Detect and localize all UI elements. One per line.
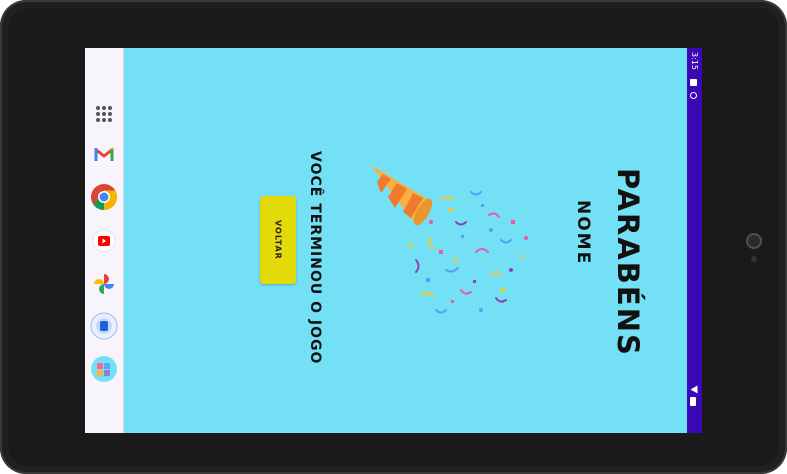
congrats-title: PARABÉNS	[611, 168, 645, 357]
notification-icons	[690, 79, 699, 105]
sync-icon	[690, 92, 697, 99]
photos-icon[interactable]	[90, 270, 118, 298]
game-finished-message: VOCÊ TERMINOU O JOGO	[307, 151, 323, 365]
sensor-icon	[751, 256, 757, 262]
all-apps-icon[interactable]	[90, 100, 118, 128]
notification-icon	[690, 79, 697, 86]
back-button-label: VOLTAR	[273, 220, 283, 260]
status-time: 3:15	[690, 52, 699, 70]
device-screen: PARABÉNS NOME VOCÊ TERMINOU O JOGO VOLTA…	[85, 48, 702, 433]
taskbar	[85, 48, 124, 433]
gmail-icon[interactable]	[90, 140, 118, 168]
camera-icon	[746, 233, 762, 249]
wifi-icon	[690, 385, 698, 394]
party-popper-icon	[371, 165, 528, 314]
chrome-icon[interactable]	[90, 183, 118, 211]
back-button[interactable]: VOLTAR	[260, 196, 296, 284]
youtube-icon[interactable]	[90, 227, 118, 255]
battery-icon	[690, 397, 696, 406]
system-icons	[690, 385, 699, 406]
app-icon[interactable]	[90, 312, 118, 340]
player-name: NOME	[573, 200, 593, 266]
status-bar: 3:15	[687, 48, 702, 433]
puzzle-app-icon[interactable]	[90, 355, 118, 383]
